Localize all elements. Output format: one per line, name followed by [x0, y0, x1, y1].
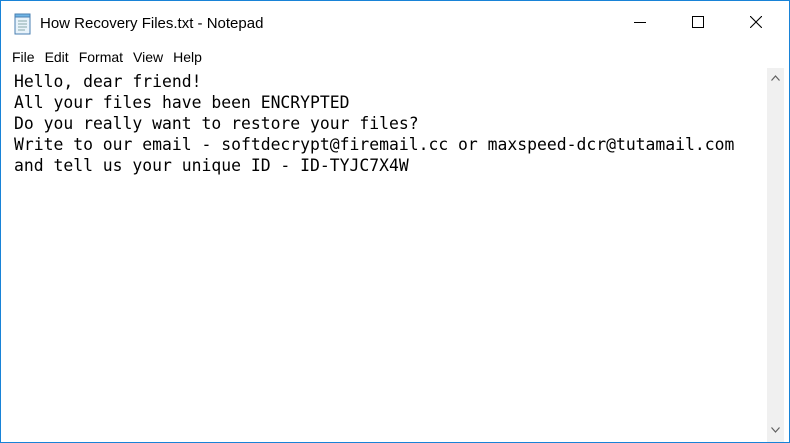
close-icon: [749, 15, 763, 33]
close-button[interactable]: [727, 1, 785, 47]
vertical-scrollbar[interactable]: [767, 68, 784, 437]
text-editor-area[interactable]: Hello, dear friend! All your files have …: [1, 68, 767, 442]
menu-file[interactable]: File: [7, 47, 40, 67]
minimize-icon: [634, 15, 646, 33]
resize-corner[interactable]: [767, 437, 784, 442]
menu-bar: File Edit Format View Help: [1, 47, 789, 67]
window-title: How Recovery Files.txt - Notepad: [40, 15, 264, 32]
editor-content[interactable]: Hello, dear friend! All your files have …: [1, 68, 767, 176]
menu-help[interactable]: Help: [168, 47, 207, 67]
minimize-button[interactable]: [611, 1, 669, 47]
notepad-window: How Recovery Files.txt - Notepad File Ed…: [0, 0, 790, 443]
scroll-up-button[interactable]: [767, 68, 784, 85]
notepad-app-icon[interactable]: [13, 13, 33, 35]
menu-view[interactable]: View: [128, 47, 168, 67]
menu-edit[interactable]: Edit: [40, 47, 74, 67]
title-bar[interactable]: How Recovery Files.txt - Notepad: [1, 1, 789, 47]
chevron-up-icon: [771, 68, 780, 86]
scroll-down-button[interactable]: [767, 420, 784, 437]
maximize-button[interactable]: [669, 1, 727, 47]
maximize-icon: [692, 15, 704, 33]
menu-format[interactable]: Format: [74, 47, 128, 67]
chevron-down-icon: [771, 420, 780, 438]
